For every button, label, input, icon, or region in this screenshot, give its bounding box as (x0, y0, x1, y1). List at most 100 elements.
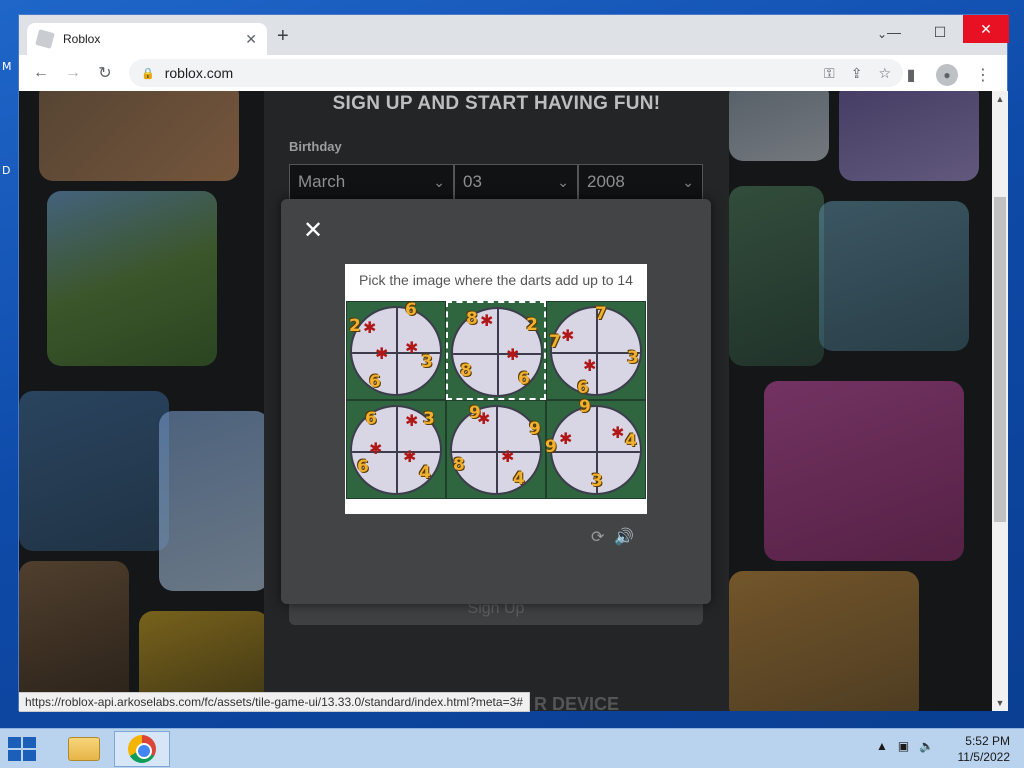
scroll-up-icon[interactable]: ▲ (992, 91, 1008, 107)
captcha-tile-1[interactable]: 2 6 3 6 ✱ ✱ ✱ (346, 300, 446, 400)
network-icon[interactable]: ▣ (898, 739, 909, 753)
background-tile (839, 91, 979, 181)
background-tile (764, 381, 964, 561)
dart-number: 3 (591, 471, 603, 491)
dart-number: 3 (421, 352, 433, 372)
month-select[interactable]: March ⌄ (289, 164, 454, 200)
menu-icon[interactable]: ⋮ (967, 59, 999, 91)
maximize-button[interactable]: ☐ (917, 17, 963, 47)
chevron-down-icon: ⌄ (557, 173, 569, 190)
volume-icon[interactable]: 🔈 (919, 739, 934, 753)
dart-number: 6 (518, 369, 530, 389)
close-icon[interactable]: ✕ (303, 219, 323, 243)
status-bar-url: https://roblox-api.arkoselabs.com/fc/ass… (19, 692, 530, 712)
desktop-glyph: M (2, 60, 12, 73)
forward-button[interactable]: → (57, 57, 89, 89)
page-scrollbar[interactable]: ▲ ▼ (992, 91, 1008, 711)
folder-icon (68, 737, 100, 761)
captcha-modal: ✕ Pick the image where the darts add up … (281, 199, 711, 604)
month-value: March (298, 172, 346, 191)
dart-icon: ✱ (405, 338, 419, 357)
tray-expand-icon[interactable]: ▲ (876, 739, 888, 753)
lock-icon[interactable]: 🔒 (141, 67, 155, 80)
dart-number: 9 (529, 419, 541, 439)
avatar: ● (936, 64, 958, 86)
clock-time: 5:52 PM (965, 734, 1010, 748)
reload-button[interactable]: ↻ (89, 57, 121, 89)
dart-number: 3 (627, 348, 639, 368)
background-tile (819, 201, 969, 351)
dart-icon: ✱ (559, 429, 573, 448)
minimize-button[interactable]: — (871, 17, 917, 47)
desktop-glyph: D (2, 164, 11, 177)
background-tile (19, 561, 129, 711)
dart-number: 6 (405, 300, 417, 320)
background-tile (19, 391, 169, 551)
browser-toolbar: ← → ↻ 🔒 roblox.com ⚿ ⇪ ☆ ▮ ● ⋮ (19, 55, 1007, 91)
day-select[interactable]: 03 ⌄ (454, 164, 578, 200)
chrome-icon (128, 735, 156, 763)
dart-icon: ✱ (405, 411, 419, 430)
clock-date: 11/5/2022 (957, 750, 1011, 764)
dart-number: 6 (369, 372, 381, 392)
dart-number: 8 (453, 455, 465, 475)
key-icon[interactable]: ⚿ (824, 65, 835, 82)
dart-icon: ✱ (477, 409, 491, 428)
page-viewport: SIGN UP AND START HAVING FUN! Birthday M… (19, 91, 992, 711)
tab-close-icon[interactable]: ✕ (245, 31, 257, 48)
roblox-favicon-icon (35, 29, 55, 49)
url-text[interactable]: roblox.com (165, 65, 808, 81)
file-explorer-button[interactable] (56, 731, 112, 767)
background-tile (729, 571, 919, 711)
dart-number: 7 (595, 304, 607, 324)
tab-roblox[interactable]: Roblox ✕ (27, 23, 267, 55)
captcha-tile-5[interactable]: 9 9 8 4 ✱ ✱ (446, 400, 546, 499)
new-tab-button[interactable]: + (277, 25, 289, 48)
start-button[interactable] (8, 737, 38, 761)
share-icon[interactable]: ⇪ (851, 65, 863, 82)
dart-number: 2 (526, 315, 538, 335)
dart-icon: ✱ (501, 447, 515, 466)
chrome-taskbar-button[interactable] (114, 731, 170, 767)
captcha-tile-6[interactable]: 9 9 4 3 ✱ ✱ (545, 397, 646, 499)
chevron-down-icon: ⌄ (433, 173, 445, 190)
back-button[interactable]: ← (25, 57, 57, 89)
dart-number: 4 (419, 463, 431, 483)
reload-icon[interactable]: ⟳ (591, 527, 604, 547)
captcha-panel: Pick the image where the darts add up to… (345, 264, 647, 514)
close-window-button[interactable]: ✕ (963, 15, 1009, 43)
bookmark-star-icon[interactable]: ☆ (878, 65, 891, 82)
year-value: 2008 (587, 172, 625, 191)
dart-number: 4 (625, 431, 637, 451)
dart-number: 4 (513, 469, 525, 489)
clock[interactable]: 5:52 PM 11/5/2022 (948, 733, 1011, 765)
year-select[interactable]: 2008 ⌄ (578, 164, 703, 200)
dart-icon: ✱ (480, 311, 494, 330)
dart-icon: ✱ (369, 439, 383, 458)
dart-number: 8 (460, 361, 472, 381)
dart-number: 7 (549, 332, 561, 352)
dart-icon: ✱ (561, 326, 575, 345)
captcha-grid: 2 6 3 6 ✱ ✱ ✱ 8 2 8 6 ✱ ✱ 7 7 3 6 ✱ ✱ 6 … (346, 300, 646, 499)
dart-number: 2 (349, 316, 361, 336)
address-bar[interactable]: 🔒 roblox.com ⚿ ⇪ ☆ (129, 59, 903, 87)
dart-icon: ✱ (506, 345, 520, 364)
chevron-down-icon: ⌄ (682, 173, 694, 190)
side-panel-icon[interactable]: ▮ (895, 59, 927, 91)
captcha-tile-3[interactable]: 7 7 3 6 ✱ ✱ (546, 301, 646, 400)
captcha-tile-4[interactable]: 6 3 6 4 ✱ ✱ ✱ (346, 400, 446, 499)
dart-number: 6 (357, 457, 369, 477)
day-value: 03 (463, 172, 482, 191)
background-tile (47, 191, 217, 366)
profile-button[interactable]: ● (931, 59, 963, 91)
system-tray: ▲ ▣ 🔈 (876, 739, 934, 753)
tab-title: Roblox (63, 32, 101, 46)
background-tile (39, 91, 239, 181)
captcha-tile-2[interactable]: 8 2 8 6 ✱ ✱ (446, 301, 546, 400)
page-title: SIGN UP AND START HAVING FUN! (332, 93, 661, 114)
scroll-down-icon[interactable]: ▼ (992, 695, 1008, 711)
background-tile (729, 186, 824, 366)
browser-window: Roblox ✕ + ⌄ — ☐ ✕ ← → ↻ 🔒 roblox.com ⚿ … (18, 14, 1009, 712)
scroll-thumb[interactable] (994, 197, 1006, 522)
audio-icon[interactable]: 🔊 (614, 527, 634, 547)
